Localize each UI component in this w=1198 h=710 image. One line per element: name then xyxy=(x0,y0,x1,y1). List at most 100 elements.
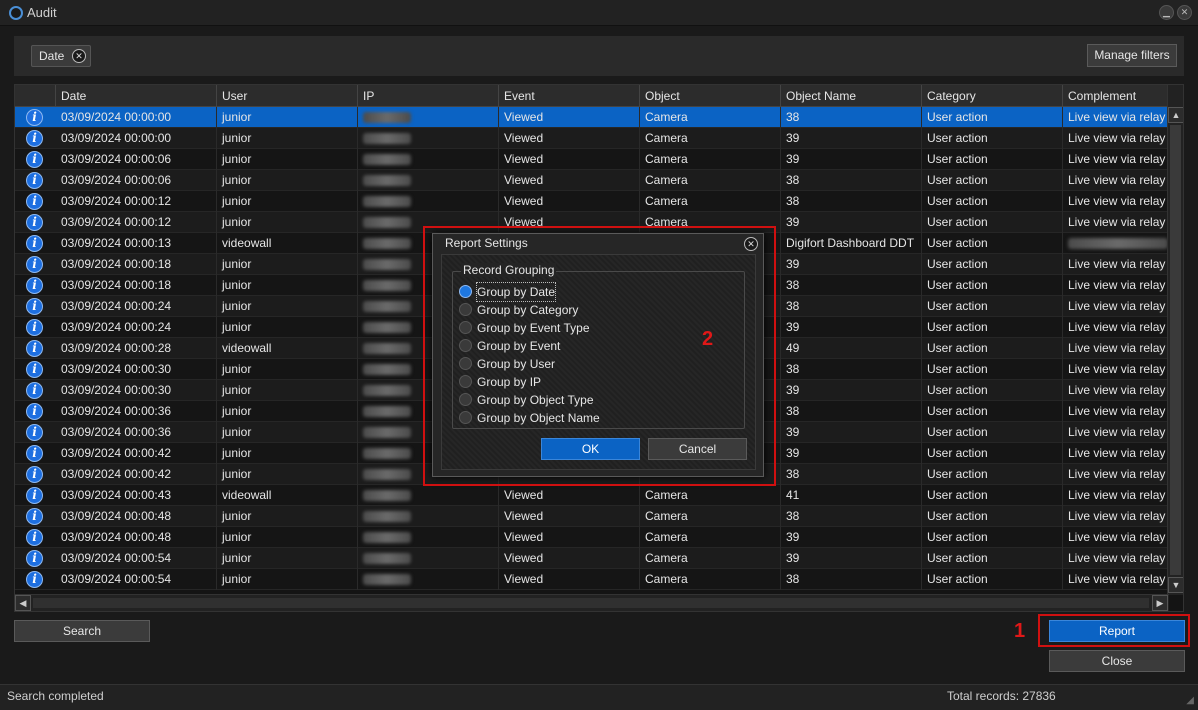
cell-object-name: 38 xyxy=(781,275,922,296)
filter-chip-date[interactable]: Date ✕ xyxy=(31,45,91,67)
horizontal-scrollbar[interactable]: ◀ ▶ xyxy=(15,594,1169,611)
cell-user: junior xyxy=(217,107,358,128)
cell-object: Camera xyxy=(640,485,781,506)
cell-complement: Live view via relay xyxy=(1063,380,1169,401)
cell-user: junior xyxy=(217,275,358,296)
cell-category: User action xyxy=(922,464,1063,485)
cell-object-name: 38 xyxy=(781,296,922,317)
cell-object-name: 41 xyxy=(781,485,922,506)
cell-user: junior xyxy=(217,443,358,464)
column-header[interactable]: Object xyxy=(640,85,781,107)
column-header[interactable]: Event xyxy=(499,85,640,107)
info-icon: i xyxy=(26,508,43,525)
cell-date: 03/09/2024 00:00:18 xyxy=(56,275,217,296)
cell-user: junior xyxy=(217,254,358,275)
cell-category: User action xyxy=(922,296,1063,317)
cell-date: 03/09/2024 00:00:24 xyxy=(56,296,217,317)
horizontal-scroll-thumb[interactable] xyxy=(33,598,1149,608)
table-row[interactable]: i 03/09/2024 00:00:43 videowall Viewed Camer… xyxy=(15,485,1169,506)
cell-category: User action xyxy=(922,107,1063,128)
cell-object-name: 38 xyxy=(781,359,922,380)
cell-category: User action xyxy=(922,233,1063,254)
cell-complement: Live view via relay xyxy=(1063,338,1169,359)
column-header[interactable]: Date xyxy=(56,85,217,107)
cell-complement: Live view via relay xyxy=(1063,191,1169,212)
column-header[interactable]: Object Name xyxy=(781,85,922,107)
info-icon: i xyxy=(26,382,43,399)
cell-user: junior xyxy=(217,464,358,485)
scroll-up-icon[interactable]: ▲ xyxy=(1168,107,1183,123)
cell-user: junior xyxy=(217,128,358,149)
close-button[interactable]: Close xyxy=(1049,650,1185,672)
scroll-down-icon[interactable]: ▼ xyxy=(1168,577,1183,593)
cell-object: Camera xyxy=(640,527,781,548)
column-header[interactable]: IP xyxy=(358,85,499,107)
scroll-left-icon[interactable]: ◀ xyxy=(15,595,31,611)
cell-complement: Live view via relay xyxy=(1063,401,1169,422)
cell-user: videowall xyxy=(217,338,358,359)
info-icon: i xyxy=(26,109,43,126)
cell-date: 03/09/2024 00:00:24 xyxy=(56,317,217,338)
cell-user: junior xyxy=(217,548,358,569)
cell-date: 03/09/2024 00:00:18 xyxy=(56,254,217,275)
info-icon: i xyxy=(26,487,43,504)
table-row[interactable]: i 03/09/2024 00:00:12 junior Viewed Camera 38… xyxy=(15,191,1169,212)
cell-event: Viewed xyxy=(499,149,640,170)
cell-object: Camera xyxy=(640,149,781,170)
column-header[interactable]: Category xyxy=(922,85,1063,107)
table-row[interactable]: i 03/09/2024 00:00:00 junior Viewed Camera 38… xyxy=(15,107,1169,128)
cell-category: User action xyxy=(922,212,1063,233)
vertical-scrollbar[interactable]: ▲ ▼ xyxy=(1167,85,1183,595)
cell-date: 03/09/2024 00:00:30 xyxy=(56,380,217,401)
info-icon: i xyxy=(26,256,43,273)
cell-complement: Live view via relay xyxy=(1063,506,1169,527)
info-icon: i xyxy=(26,550,43,567)
cell-date: 03/09/2024 00:00:54 xyxy=(56,548,217,569)
remove-filter-icon[interactable]: ✕ xyxy=(72,49,86,63)
cell-object-name: 38 xyxy=(781,401,922,422)
column-header[interactable]: Complement xyxy=(1063,85,1169,107)
cell-category: User action xyxy=(922,128,1063,149)
vertical-scroll-thumb[interactable] xyxy=(1170,125,1181,575)
cell-user: videowall xyxy=(217,233,358,254)
cell-object-name: 39 xyxy=(781,548,922,569)
table-row[interactable]: i 03/09/2024 00:00:00 junior Viewed Camera 39… xyxy=(15,128,1169,149)
cell-date: 03/09/2024 00:00:13 xyxy=(56,233,217,254)
minimize-icon[interactable]: ▁ xyxy=(1159,5,1174,20)
ip-cell-redacted xyxy=(358,569,499,590)
status-bar: Search completed Total records: 27836 ◢ xyxy=(0,684,1198,710)
cell-category: User action xyxy=(922,149,1063,170)
cell-object: Camera xyxy=(640,107,781,128)
info-icon: i xyxy=(26,277,43,294)
cell-object-name: 39 xyxy=(781,380,922,401)
table-row[interactable]: i 03/09/2024 00:00:48 junior Viewed Camera 39… xyxy=(15,527,1169,548)
table-row[interactable]: i 03/09/2024 00:00:06 junior Viewed Camera 39… xyxy=(15,149,1169,170)
table-row[interactable]: i 03/09/2024 00:00:06 junior Viewed Camera 38… xyxy=(15,170,1169,191)
manage-filters-button[interactable]: Manage filters xyxy=(1087,44,1177,67)
cell-user: junior xyxy=(217,422,358,443)
search-button[interactable]: Search xyxy=(14,620,150,642)
cell-category: User action xyxy=(922,191,1063,212)
cell-object-name: 49 xyxy=(781,338,922,359)
table-row[interactable]: i 03/09/2024 00:00:48 junior Viewed Camera 38… xyxy=(15,506,1169,527)
cell-event: Viewed xyxy=(499,170,640,191)
cell-object-name: 39 xyxy=(781,527,922,548)
table-row[interactable]: i 03/09/2024 00:00:54 junior Viewed Camera 39… xyxy=(15,548,1169,569)
cell-date: 03/09/2024 00:00:43 xyxy=(56,485,217,506)
table-row[interactable]: i 03/09/2024 00:00:54 junior Viewed Camera 38… xyxy=(15,569,1169,590)
column-header[interactable]: User xyxy=(217,85,358,107)
cell-user: junior xyxy=(217,380,358,401)
cell-date: 03/09/2024 00:00:12 xyxy=(56,191,217,212)
close-window-icon[interactable]: ✕ xyxy=(1177,5,1192,20)
cell-user: junior xyxy=(217,527,358,548)
scroll-right-icon[interactable]: ▶ xyxy=(1152,595,1168,611)
info-icon: i xyxy=(26,193,43,210)
cell-date: 03/09/2024 00:00:48 xyxy=(56,527,217,548)
info-icon: i xyxy=(26,361,43,378)
cell-date: 03/09/2024 00:00:36 xyxy=(56,422,217,443)
resize-grip-icon[interactable]: ◢ xyxy=(1186,695,1194,706)
cell-category: User action xyxy=(922,422,1063,443)
column-header[interactable] xyxy=(15,85,56,107)
cell-complement: Live view via relay xyxy=(1063,170,1169,191)
title-bar: Audit ▁ ✕ xyxy=(0,0,1198,26)
